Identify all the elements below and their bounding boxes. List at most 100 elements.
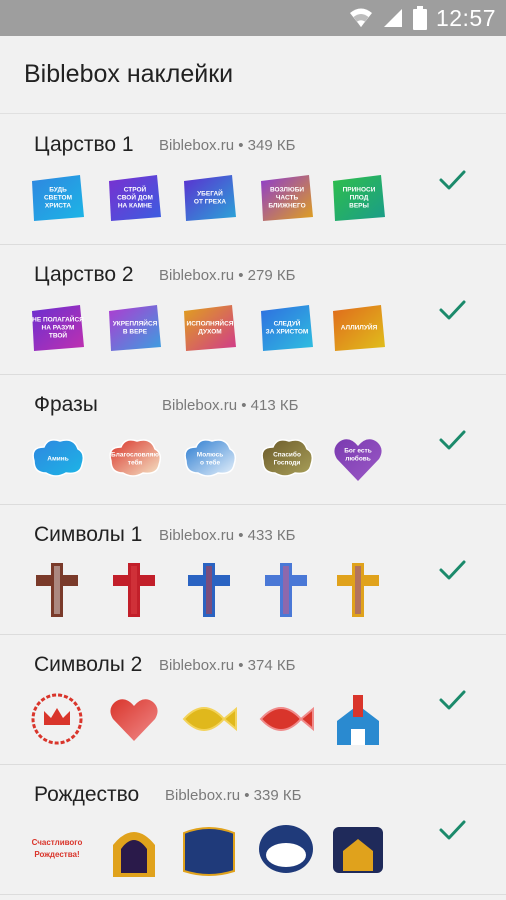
sticker-thumbnail: ПРИНОСИПЛОДВЕРЫ <box>333 175 385 221</box>
svg-text:любовь: любовь <box>345 455 371 463</box>
svg-text:ВОЗЛЮБИ: ВОЗЛЮБИ <box>270 187 304 194</box>
sticker-thumbnail: УКРЕПЛЯЙСЯВ ВЕРЕ <box>109 305 161 351</box>
check-icon[interactable] <box>437 165 467 195</box>
sticker-thumbnail <box>265 563 307 617</box>
pack-name: Рождество <box>34 783 140 806</box>
svg-text:ТВОЙ: ТВОЙ <box>49 331 68 340</box>
svg-text:В ВЕРЕ: В ВЕРЕ <box>123 329 148 336</box>
sticker-thumbnail <box>110 699 158 741</box>
sticker-thumbnail: ВОЗЛЮБИЧАСТЬБЛИЖНЕГО <box>261 175 313 221</box>
sticker-thumbnail: НЕ ПОЛАГАЙСЯНА РАЗУМТВОЙ <box>32 305 84 351</box>
sticker-preview-strip: Аминь Благословляю тебя Молюсь о тебе Спасибо… <box>28 431 398 487</box>
sticker-thumbnail <box>113 563 155 617</box>
svg-text:о тебе: о тебе <box>200 459 221 467</box>
svg-text:АЛЛИЛУЙЯ: АЛЛИЛУЙЯ <box>341 323 378 332</box>
sticker-preview-strip: НЕ ПОЛАГАЙСЯ НА РАЗУМ ТВОЙ УКРЕПЛЯЙСЯ В ВЕРЕ… <box>28 301 398 357</box>
svg-text:БУДЬ: БУДЬ <box>49 187 67 194</box>
status-icons: 12:57 <box>349 0 496 36</box>
sticker-thumbnail: Аминь <box>32 439 85 477</box>
svg-text:ПЛОД: ПЛОД <box>350 195 369 202</box>
svg-text:тебя: тебя <box>128 459 143 467</box>
app-bar: Biblebox наклейки <box>0 36 506 114</box>
sticker-pack-row[interactable]: Царство 2 Biblebox.ru • 279 КБ НЕ ПОЛАГАЙС… <box>0 245 506 375</box>
sticker-thumbnail <box>182 706 237 732</box>
pack-meta: Biblebox.ru • 339 КБ <box>165 787 302 804</box>
sticker-pack-row[interactable]: Царство 1 Biblebox.ru • 349 КБ БУДЬ СВЕТОМ Х… <box>0 115 506 245</box>
sticker-thumbnail: СЛЕДУЙЗА ХРИСТОМ <box>261 305 313 351</box>
pack-name: Символы 2 <box>34 653 143 676</box>
wifi-icon <box>349 8 372 27</box>
pack-name: Царство 1 <box>34 133 134 156</box>
sticker-thumbnail: ИСПОЛНЯЙСЯДУХОМ <box>184 305 236 351</box>
check-icon[interactable] <box>437 555 467 585</box>
check-icon[interactable] <box>437 425 467 455</box>
svg-text:УКРЕПЛЯЙСЯ: УКРЕПЛЯЙСЯ <box>113 319 158 328</box>
svg-text:ХРИСТА: ХРИСТА <box>45 203 71 210</box>
check-icon[interactable] <box>437 295 467 325</box>
check-icon[interactable] <box>437 685 467 715</box>
svg-text:ЧАСТЬ: ЧАСТЬ <box>276 195 299 202</box>
svg-text:ЗА ХРИСТОМ: ЗА ХРИСТОМ <box>266 329 309 336</box>
pack-meta: Biblebox.ru • 413 КБ <box>162 397 299 414</box>
svg-text:СВОЙ ДОМ: СВОЙ ДОМ <box>117 193 153 202</box>
sticker-thumbnail <box>36 563 78 617</box>
pack-meta: Biblebox.ru • 279 КБ <box>159 267 296 284</box>
page-title: Biblebox наклейки <box>24 60 234 88</box>
sticker-thumbnail: АЛЛИЛУЙЯ <box>333 305 385 351</box>
pack-name: Царство 2 <box>34 263 134 286</box>
sticker-thumbnail: Молюсьо тебе <box>184 439 237 477</box>
svg-text:Благословляю: Благословляю <box>111 452 159 459</box>
status-time: 12:57 <box>435 4 496 31</box>
svg-text:Рождества!: Рождества! <box>34 850 79 859</box>
sticker-pack-row[interactable]: Символы 2 Biblebox.ru • 374 КБ <box>0 635 506 765</box>
sticker-thumbnail <box>31 693 83 745</box>
svg-text:НА КАМНЕ: НА КАМНЕ <box>118 203 153 210</box>
svg-text:Счастливого: Счастливого <box>32 838 83 847</box>
svg-text:НА РАЗУМ: НА РАЗУМ <box>42 325 75 332</box>
svg-text:ИСПОЛНЯЙСЯ: ИСПОЛНЯЙСЯ <box>187 319 234 328</box>
svg-text:УБЕГАЙ: УБЕГАЙ <box>197 189 223 198</box>
svg-text:НЕ ПОЛАГАЙСЯ: НЕ ПОЛАГАЙСЯ <box>32 315 84 324</box>
sticker-thumbnail: СпасибоГосподи <box>261 439 314 477</box>
svg-text:СЛЕДУЙ: СЛЕДУЙ <box>274 319 301 328</box>
pack-meta: Biblebox.ru • 349 КБ <box>159 137 296 154</box>
sticker-preview-strip <box>28 691 398 747</box>
sticker-thumbnail <box>337 695 379 745</box>
sticker-pack-row[interactable]: Фразы Biblebox.ru • 413 КБ Аминь Благословл… <box>0 375 506 505</box>
pack-name: Фразы <box>34 393 98 416</box>
sticker-thumbnail <box>337 563 379 617</box>
pack-name: Символы 1 <box>34 523 143 546</box>
sticker-thumbnail: Бог естьлюбовь <box>334 439 382 481</box>
svg-text:ВЕРЫ: ВЕРЫ <box>349 203 369 210</box>
sticker-pack-row[interactable]: Рождество Biblebox.ru • 339 КБ Счастливого… <box>0 765 506 895</box>
svg-text:ОТ ГРЕХА: ОТ ГРЕХА <box>194 199 227 206</box>
pack-meta: Biblebox.ru • 374 КБ <box>159 657 296 674</box>
sticker-preview-strip: Счастливого Рождества! <box>28 821 398 877</box>
sticker-thumbnail <box>259 706 314 732</box>
sticker-thumbnail: Благословляютебя <box>109 439 162 477</box>
svg-text:Господи: Господи <box>274 460 301 467</box>
svg-text:Бог есть: Бог есть <box>344 448 371 455</box>
svg-text:СВЕТОМ: СВЕТОМ <box>44 195 72 202</box>
sticker-thumbnail: СТРОЙСВОЙ ДОМНА КАМНЕ <box>109 175 161 221</box>
sticker-preview-strip: БУДЬ СВЕТОМ ХРИСТА СТРОЙ СВОЙ ДОМ НА КАМНЕ УБЕ… <box>28 171 398 227</box>
status-bar: 12:57 <box>0 0 506 36</box>
svg-text:Молюсь: Молюсь <box>197 452 223 459</box>
svg-text:СТРОЙ: СТРОЙ <box>124 185 147 194</box>
svg-text:ПРИНОСИ: ПРИНОСИ <box>343 187 376 194</box>
sticker-thumbnail: УБЕГАЙОТ ГРЕХА <box>184 175 236 221</box>
sticker-thumbnail <box>333 827 383 873</box>
sticker-preview-strip <box>28 561 398 617</box>
sticker-thumbnail <box>113 832 155 877</box>
sticker-pack-row[interactable]: Символы 1 Biblebox.ru • 433 КБ <box>0 505 506 635</box>
sticker-thumbnail <box>183 827 235 876</box>
sticker-thumbnail <box>188 563 230 617</box>
sticker-thumbnail <box>259 825 313 873</box>
sticker-thumbnail: БУДЬСВЕТОМХРИСТА <box>32 175 84 221</box>
svg-text:ДУХОМ: ДУХОМ <box>198 329 221 336</box>
svg-text:Аминь: Аминь <box>47 456 68 463</box>
pack-meta: Biblebox.ru • 433 КБ <box>159 527 296 544</box>
sticker-thumbnail: Счастливого Рождества! <box>32 838 83 859</box>
signal-icon <box>383 9 402 27</box>
check-icon[interactable] <box>437 815 467 845</box>
